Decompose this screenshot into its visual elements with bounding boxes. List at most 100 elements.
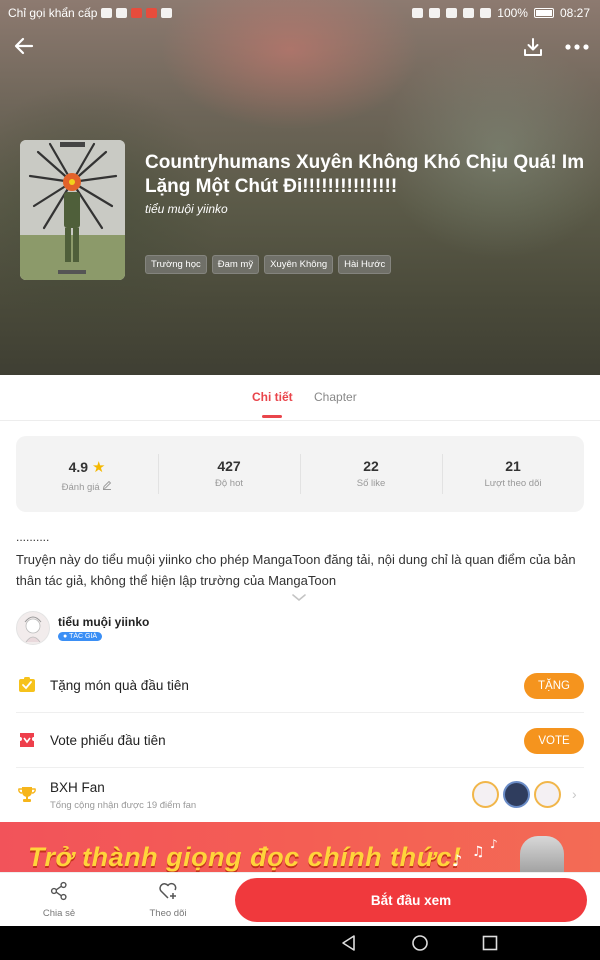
stat-followers: 21 Lượt theo dõi (442, 436, 584, 512)
voice-actor-banner[interactable]: Trở thành giọng đọc chính thức! ♪ ♫ ♪ (0, 822, 600, 874)
status-left: Chỉ gọi khẩn cấp (8, 6, 173, 20)
pencil-icon (103, 480, 112, 490)
follow-button[interactable]: Theo dõi (138, 881, 198, 919)
stat-likes: 22 Số like (300, 436, 442, 512)
warning-icon (101, 8, 113, 18)
stat-rating-value: 4.9 ★ (16, 458, 158, 476)
battery-icon (533, 8, 554, 18)
status-right: 100% 08:27 (412, 6, 590, 20)
genre-tags: Trường học Đam mỹ Xuyên Không Hài Hước (145, 255, 392, 274)
start-reading-button[interactable]: Bắt đầu xem (235, 878, 587, 922)
tab-details[interactable]: Chi tiết (252, 390, 293, 404)
nav-home-icon[interactable] (411, 934, 429, 952)
fan-avatar[interactable] (472, 781, 499, 808)
fan-avatars (472, 781, 561, 808)
followers-label: Lượt theo dõi (484, 478, 542, 489)
description-text: Truyện này do tiểu muội yiinko cho phép … (16, 552, 576, 588)
genre-tag[interactable]: Xuyên Không (264, 255, 334, 274)
follow-label: Theo dõi (149, 908, 187, 919)
gift-icon (18, 676, 36, 699)
gift-label: Tặng món quà đầu tiên (50, 678, 189, 693)
cover-illustration (20, 140, 125, 280)
bluetooth-icon (429, 8, 441, 18)
likes-label: Số like (356, 478, 386, 489)
download-button[interactable] (518, 32, 548, 62)
wifi-icon (480, 8, 492, 18)
cloud-icon (116, 8, 128, 18)
detail-tabs: Chi tiết Chapter (0, 375, 600, 421)
chevron-down-icon (292, 594, 306, 602)
tab-chapter[interactable]: Chapter (314, 390, 357, 404)
back-button[interactable] (8, 30, 40, 62)
download-icon (524, 38, 542, 56)
avatar-illustration (24, 616, 42, 643)
status-bar: Chỉ gọi khẩn cấp 100% 08:27 (0, 0, 600, 26)
genre-tag[interactable]: Hài Hước (338, 255, 392, 274)
svg-text:♪: ♪ (490, 837, 498, 851)
followers-value: 21 (505, 458, 521, 474)
banner-text: Trở thành giọng đọc chính thức! (28, 842, 462, 872)
gift-button[interactable]: TẶNG (524, 673, 584, 699)
stats-panel: 4.9 ★ Đánh giá 427 Độ hot 22 Số like 21 … (16, 436, 584, 512)
mute-icon (446, 8, 458, 18)
genre-tag[interactable]: Trường học (145, 255, 207, 274)
hero-background-blur (380, 40, 600, 260)
rating-value: 4.9 (68, 459, 89, 475)
fan-avatar[interactable] (503, 781, 530, 808)
star-icon: ★ (91, 459, 106, 476)
nav-recents-icon[interactable] (481, 934, 499, 952)
author-badge: ● TÁC GIẢ (58, 632, 103, 641)
svg-text:♪: ♪ (452, 851, 462, 870)
row-divider (16, 712, 584, 713)
fan-ranking-title: BXH Fan (50, 780, 105, 795)
status-time: 08:27 (559, 6, 590, 20)
more-options-button[interactable] (560, 32, 594, 62)
svg-text:♫: ♫ (472, 844, 485, 860)
description-dots: .......... (16, 530, 50, 544)
microphone-icon (520, 836, 564, 874)
vote-label: Vote phiếu đầu tiên (50, 733, 166, 748)
author-avatar[interactable] (16, 611, 50, 645)
likes-value: 22 (363, 458, 379, 474)
author-name[interactable]: tiểu muội yiinko (58, 615, 149, 629)
app-notification-icon (146, 8, 158, 18)
arrow-left-icon (14, 37, 34, 55)
do-not-disturb-icon (412, 8, 424, 18)
comic-title: Countryhumans Xuyên Không Khó Chịu Quá! … (145, 152, 585, 197)
comic-cover-image[interactable] (20, 140, 125, 280)
nav-back-icon[interactable] (340, 934, 358, 952)
ticket-icon (18, 731, 36, 754)
gift-row: Tặng món quà đầu tiên TẶNG (16, 672, 584, 700)
hot-label: Độ hot (215, 478, 243, 489)
stat-rating[interactable]: 4.9 ★ Đánh giá (16, 436, 158, 512)
author-badge-label: TÁC GIẢ (69, 633, 98, 640)
genre-tag[interactable]: Đam mỹ (211, 255, 260, 274)
hot-value: 427 (217, 458, 241, 474)
chevron-right-icon: › (572, 786, 577, 802)
row-divider (16, 767, 584, 768)
stat-rating-label: Đánh giá (16, 480, 158, 493)
share-icon (50, 881, 67, 901)
app-notification-icon (131, 8, 143, 18)
active-tab-indicator (262, 415, 282, 418)
expand-description-button[interactable] (291, 590, 307, 608)
more-dots-icon (565, 44, 589, 50)
heart-plus-icon (159, 882, 177, 899)
video-icon (161, 8, 173, 18)
comic-author[interactable]: tiểu muội yiinko (145, 202, 228, 216)
share-button[interactable]: Chia sẻ (29, 881, 89, 919)
system-navigation-bar (0, 926, 600, 960)
trophy-icon (18, 785, 36, 808)
alarm-icon (463, 8, 475, 18)
fan-avatar[interactable] (534, 781, 561, 808)
hero-header: Chỉ gọi khẩn cấp 100% 08:27 Countryhuman… (0, 0, 600, 375)
fan-ranking-subtitle: Tổng cộng nhận được 19 điểm fan (50, 800, 197, 811)
battery-percent: 100% (497, 6, 528, 20)
rating-label: Đánh giá (61, 482, 100, 493)
badge-dot-icon: ● (63, 633, 68, 640)
music-notes-icon: ♪ ♫ ♪ (452, 837, 498, 870)
status-carrier-text: Chỉ gọi khẩn cấp (8, 6, 98, 20)
vote-button[interactable]: VOTE (524, 728, 584, 754)
stat-hot: 427 Độ hot (158, 436, 300, 512)
bottom-action-bar: Chia sẻ Theo dõi Bắt đầu xem (0, 872, 600, 926)
